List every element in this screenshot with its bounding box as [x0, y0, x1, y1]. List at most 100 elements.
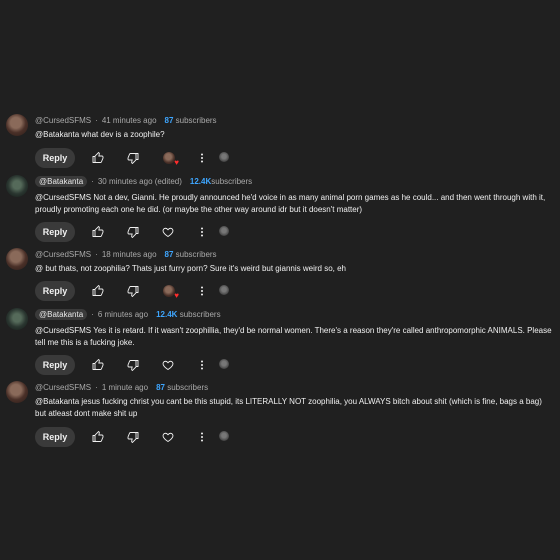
comment-time[interactable]: 1 minute ago [102, 383, 148, 392]
subscriber-count-value: 12.4K [156, 310, 178, 319]
comment-author[interactable]: @Batakanta [35, 176, 88, 187]
comment-text: @Batakanta what dev is a zoophile? [35, 130, 165, 139]
comment-author[interactable]: @CursedSFMS [35, 250, 91, 259]
heart-outline-icon [162, 432, 174, 443]
dot-separator: · [95, 383, 98, 392]
comment-actions: Reply [35, 355, 75, 375]
heart-outline-icon [162, 360, 174, 371]
comment-time[interactable]: 6 minutes ago [98, 310, 148, 319]
comment-time[interactable]: 18 minutes ago [102, 250, 157, 259]
more-actions-button[interactable] [195, 225, 209, 239]
comment-text: @CursedSFMS Yes it is retard. If it wasn… [35, 326, 552, 347]
like-button[interactable] [91, 225, 105, 239]
thumbs-up-icon [92, 431, 104, 442]
dislike-button[interactable] [126, 358, 140, 372]
subscriber-count-value: 87 [164, 116, 174, 125]
more-actions-button[interactable] [195, 284, 209, 298]
subscriber-count-label: subscribers [175, 250, 217, 259]
replier-avatar [219, 226, 229, 236]
subscriber-count-label: subscribers [211, 177, 253, 186]
dot-separator: · [95, 250, 98, 259]
subscriber-count: 12.4K subscribers [156, 310, 221, 319]
comment-time[interactable]: 30 minutes ago (edited) [98, 177, 182, 186]
comment-author[interactable]: @CursedSFMS [35, 116, 91, 125]
heart-button[interactable] [161, 225, 175, 239]
dislike-button[interactable] [126, 151, 140, 165]
replier-avatar [219, 431, 229, 441]
subscriber-count-value: 12.4K [189, 177, 212, 186]
thumbs-up-icon [92, 285, 104, 296]
reply-button[interactable]: Reply [35, 222, 75, 242]
like-button[interactable] [91, 430, 105, 444]
more-actions-button[interactable] [195, 430, 209, 444]
subscriber-count-label: subscribers [167, 383, 209, 392]
subscriber-count: 87 subscribers [165, 116, 217, 125]
comment-text: @ but thats, not zoophilia? Thats just f… [35, 264, 346, 273]
thumbs-up-icon [92, 152, 104, 163]
comment-actions: Reply [35, 427, 75, 447]
avatar[interactable] [6, 175, 28, 197]
thumbs-up-icon [92, 226, 104, 237]
avatar[interactable] [6, 381, 28, 403]
comment-meta: @CursedSFMS · 1 minute ago 87 subscriber… [35, 381, 208, 394]
reply-button[interactable]: Reply [35, 355, 75, 375]
reply-button[interactable]: Reply [35, 427, 75, 447]
replier-avatar [219, 152, 229, 162]
comment-text: @CursedSFMS Not a dev, Gianni. He proudl… [35, 193, 546, 214]
more-actions-button[interactable] [195, 358, 209, 372]
thumbs-down-icon [127, 227, 139, 238]
creator-heart-badge[interactable]: ♥ [163, 152, 179, 167]
thumbs-down-icon [127, 360, 139, 371]
like-button[interactable] [91, 358, 105, 372]
dot-separator: · [91, 310, 94, 319]
more-vertical-icon [201, 153, 203, 163]
heart-outline-icon [162, 227, 174, 238]
comment-meta: @Batakanta · 30 minutes ago (edited) 12.… [35, 175, 252, 188]
dislike-button[interactable] [126, 430, 140, 444]
thumbs-down-icon [127, 432, 139, 443]
like-button[interactable] [91, 151, 105, 165]
more-vertical-icon [201, 227, 203, 237]
dot-separator: · [91, 177, 94, 186]
more-vertical-icon [201, 360, 203, 370]
subscriber-count-value: 87 [156, 383, 165, 392]
thumbs-up-icon [92, 359, 104, 370]
dot-separator: · [95, 116, 98, 125]
comment-time[interactable]: 41 minutes ago [102, 116, 157, 125]
creator-heart-badge[interactable]: ♥ [163, 285, 179, 300]
comment-text: @Batakanta jesus fucking christ you cant… [35, 397, 542, 418]
subscriber-count-label: subscribers [179, 310, 221, 319]
avatar[interactable] [6, 114, 28, 136]
avatar[interactable] [6, 248, 28, 270]
reply-button[interactable]: Reply [35, 148, 75, 168]
thumbs-down-icon [127, 153, 139, 164]
subscriber-count-label: subscribers [175, 116, 217, 125]
comment-meta: @CursedSFMS · 18 minutes ago 87 subscrib… [35, 248, 217, 261]
more-actions-button[interactable] [195, 151, 209, 165]
heart-icon: ♥ [174, 291, 179, 300]
comment-author[interactable]: @Batakanta [35, 309, 88, 320]
comment-actions: Reply [35, 148, 75, 168]
comment-actions: Reply [35, 281, 75, 301]
replier-avatar [219, 285, 229, 295]
heart-button[interactable] [161, 430, 175, 444]
dislike-button[interactable] [126, 284, 140, 298]
dislike-button[interactable] [126, 225, 140, 239]
comment-author[interactable]: @CursedSFMS [35, 383, 91, 392]
heart-button[interactable] [161, 358, 175, 372]
replier-avatar [219, 359, 229, 369]
reply-button[interactable]: Reply [35, 281, 75, 301]
like-button[interactable] [91, 284, 105, 298]
comment-actions: Reply [35, 222, 75, 242]
heart-icon: ♥ [174, 158, 179, 167]
subscriber-count-value: 87 [164, 250, 174, 259]
more-vertical-icon [201, 286, 203, 296]
subscriber-count: 87 subscribers [165, 250, 217, 259]
avatar[interactable] [6, 308, 28, 330]
comment-meta: @Batakanta · 6 minutes ago 12.4K subscri… [35, 308, 221, 321]
subscriber-count: 87 subscribers [156, 383, 208, 392]
subscriber-count: 12.4Ksubscribers [190, 177, 252, 186]
more-vertical-icon [201, 432, 203, 442]
comment-meta: @CursedSFMS · 41 minutes ago 87 subscrib… [35, 114, 217, 127]
thumbs-down-icon [127, 286, 139, 297]
